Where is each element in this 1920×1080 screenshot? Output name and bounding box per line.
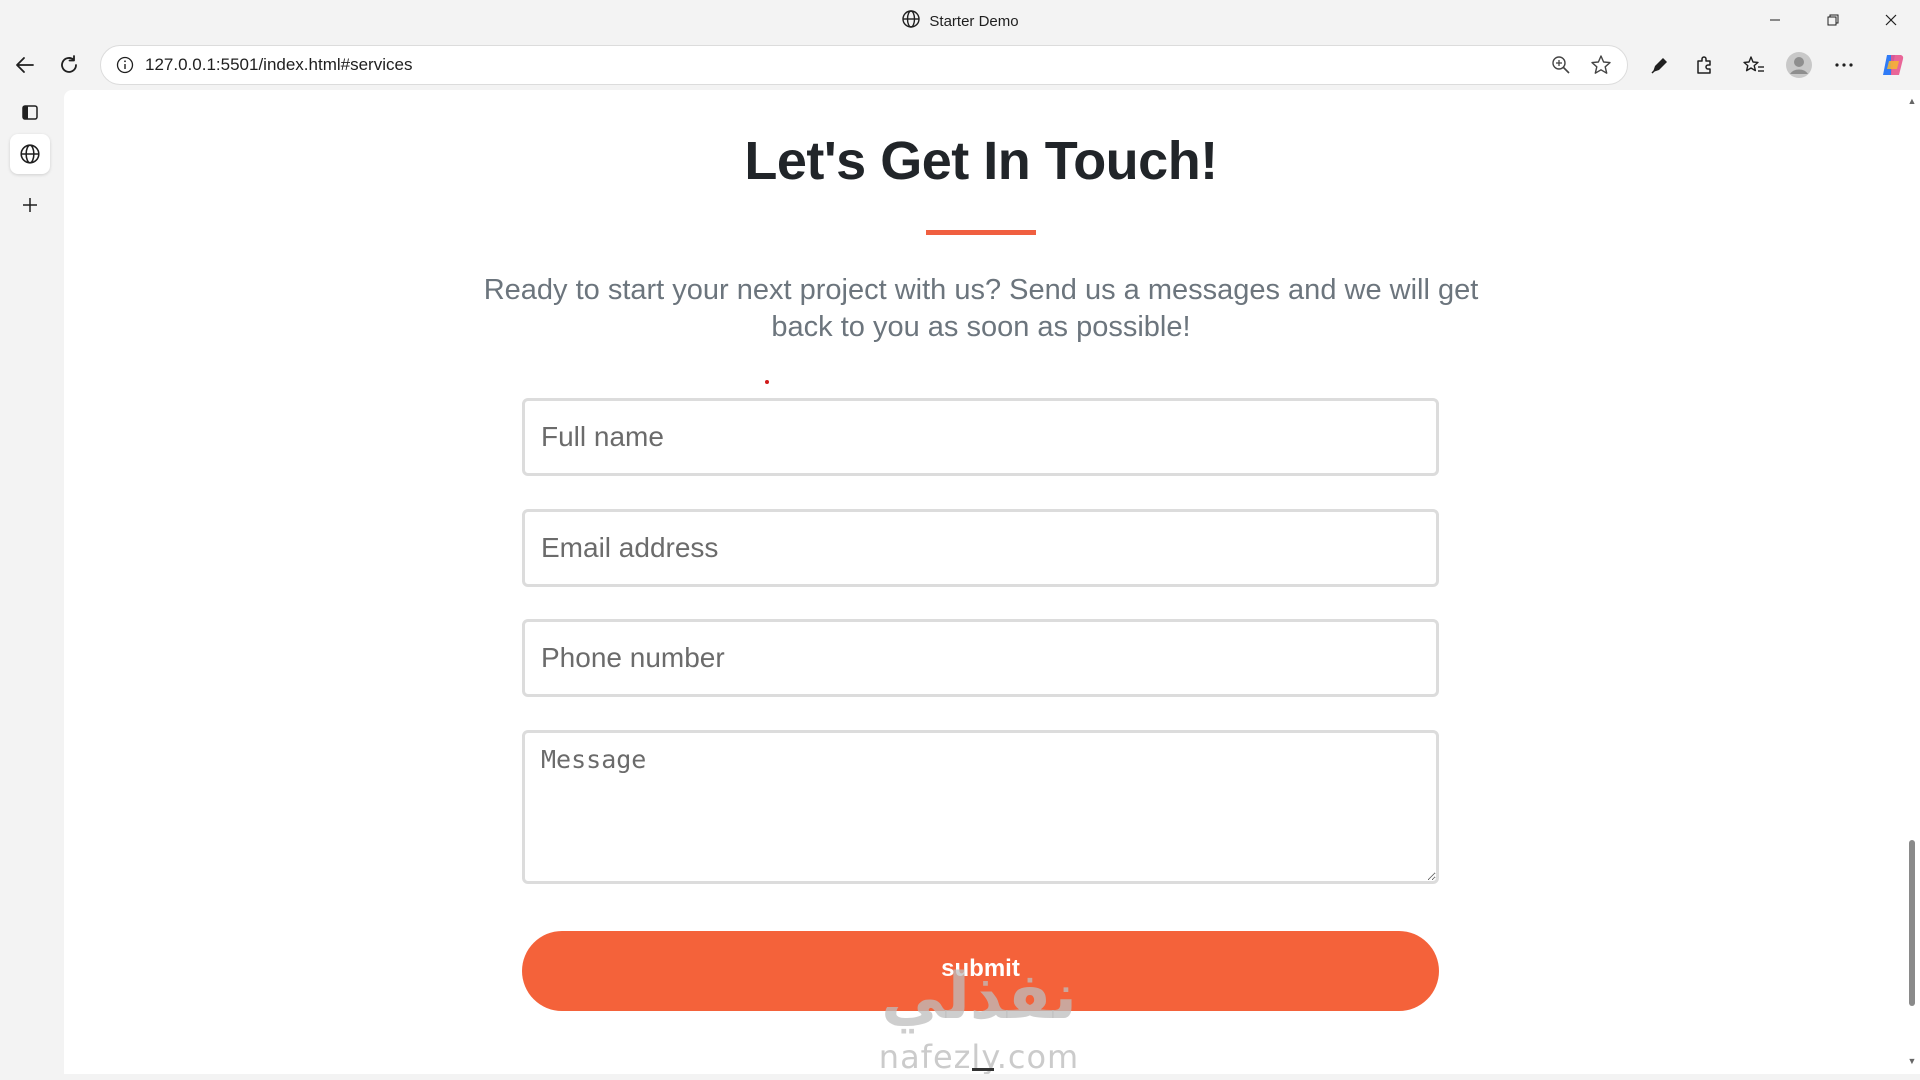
tabs-icon	[22, 105, 38, 120]
arrow-left-icon	[16, 57, 34, 73]
favorites-icon[interactable]	[1735, 46, 1773, 84]
extensions-icon[interactable]	[1685, 46, 1723, 84]
window-controls	[1746, 0, 1920, 42]
plus-icon	[23, 198, 37, 212]
scroll-up-arrow-icon[interactable]: ▲	[1907, 96, 1917, 106]
globe-icon	[901, 9, 921, 33]
info-icon[interactable]	[105, 45, 145, 85]
scroll-thumb[interactable]	[1909, 840, 1915, 1006]
scroll-down-arrow-icon[interactable]: ▼	[1907, 1056, 1917, 1066]
close-icon	[1885, 14, 1897, 26]
browser-toolbar: 127.0.0.1:5501/index.html#services	[0, 42, 1920, 88]
browser-sidebar	[0, 88, 64, 1080]
reload-icon	[61, 55, 77, 73]
sidebar-tab-starter-demo[interactable]	[10, 134, 50, 174]
page-heading: Let's Get In Touch!	[744, 131, 1218, 191]
more-options-icon[interactable]	[1825, 46, 1863, 84]
phone-field[interactable]	[522, 619, 1439, 697]
back-button[interactable]	[6, 46, 44, 84]
bottom-dash	[972, 1068, 994, 1071]
title-bar: Starter Demo	[0, 0, 1920, 42]
address-bar[interactable]: 127.0.0.1:5501/index.html#services	[100, 45, 1628, 85]
profile-avatar-icon[interactable]	[1780, 46, 1818, 84]
copilot-icon[interactable]	[1874, 46, 1912, 84]
window-title: Starter Demo	[929, 12, 1019, 30]
message-field[interactable]	[522, 730, 1439, 884]
favorite-star-icon[interactable]	[1581, 45, 1621, 85]
window-title-area: Starter Demo	[0, 0, 1920, 42]
watermark-arabic: نفذلي	[881, 960, 1077, 1034]
email-field[interactable]	[522, 509, 1439, 587]
url-text[interactable]: 127.0.0.1:5501/index.html#services	[145, 55, 1541, 75]
red-dot-marker	[765, 380, 769, 384]
heading-divider	[926, 230, 1036, 235]
lead-text: Ready to start your next project with us…	[483, 274, 1479, 343]
minimize-button[interactable]	[1746, 0, 1804, 40]
tab-actions-button[interactable]	[10, 92, 50, 132]
new-tab-button[interactable]	[10, 185, 50, 225]
page-scrollbar[interactable]: ▲ ▼	[1904, 90, 1920, 1074]
minimize-icon	[1770, 19, 1780, 21]
pen-icon[interactable]	[1641, 46, 1679, 84]
zoom-icon[interactable]	[1541, 45, 1581, 85]
close-window-button[interactable]	[1862, 0, 1920, 40]
reload-button[interactable]	[50, 46, 88, 84]
watermark: نفذلي nafezly.com	[854, 960, 1104, 1074]
restore-button[interactable]	[1804, 0, 1862, 40]
globe-icon	[20, 144, 40, 164]
full-name-field[interactable]	[522, 398, 1439, 476]
page-viewport: Let's Get In Touch! Ready to start your …	[64, 90, 1904, 1074]
restore-icon	[1827, 14, 1839, 26]
